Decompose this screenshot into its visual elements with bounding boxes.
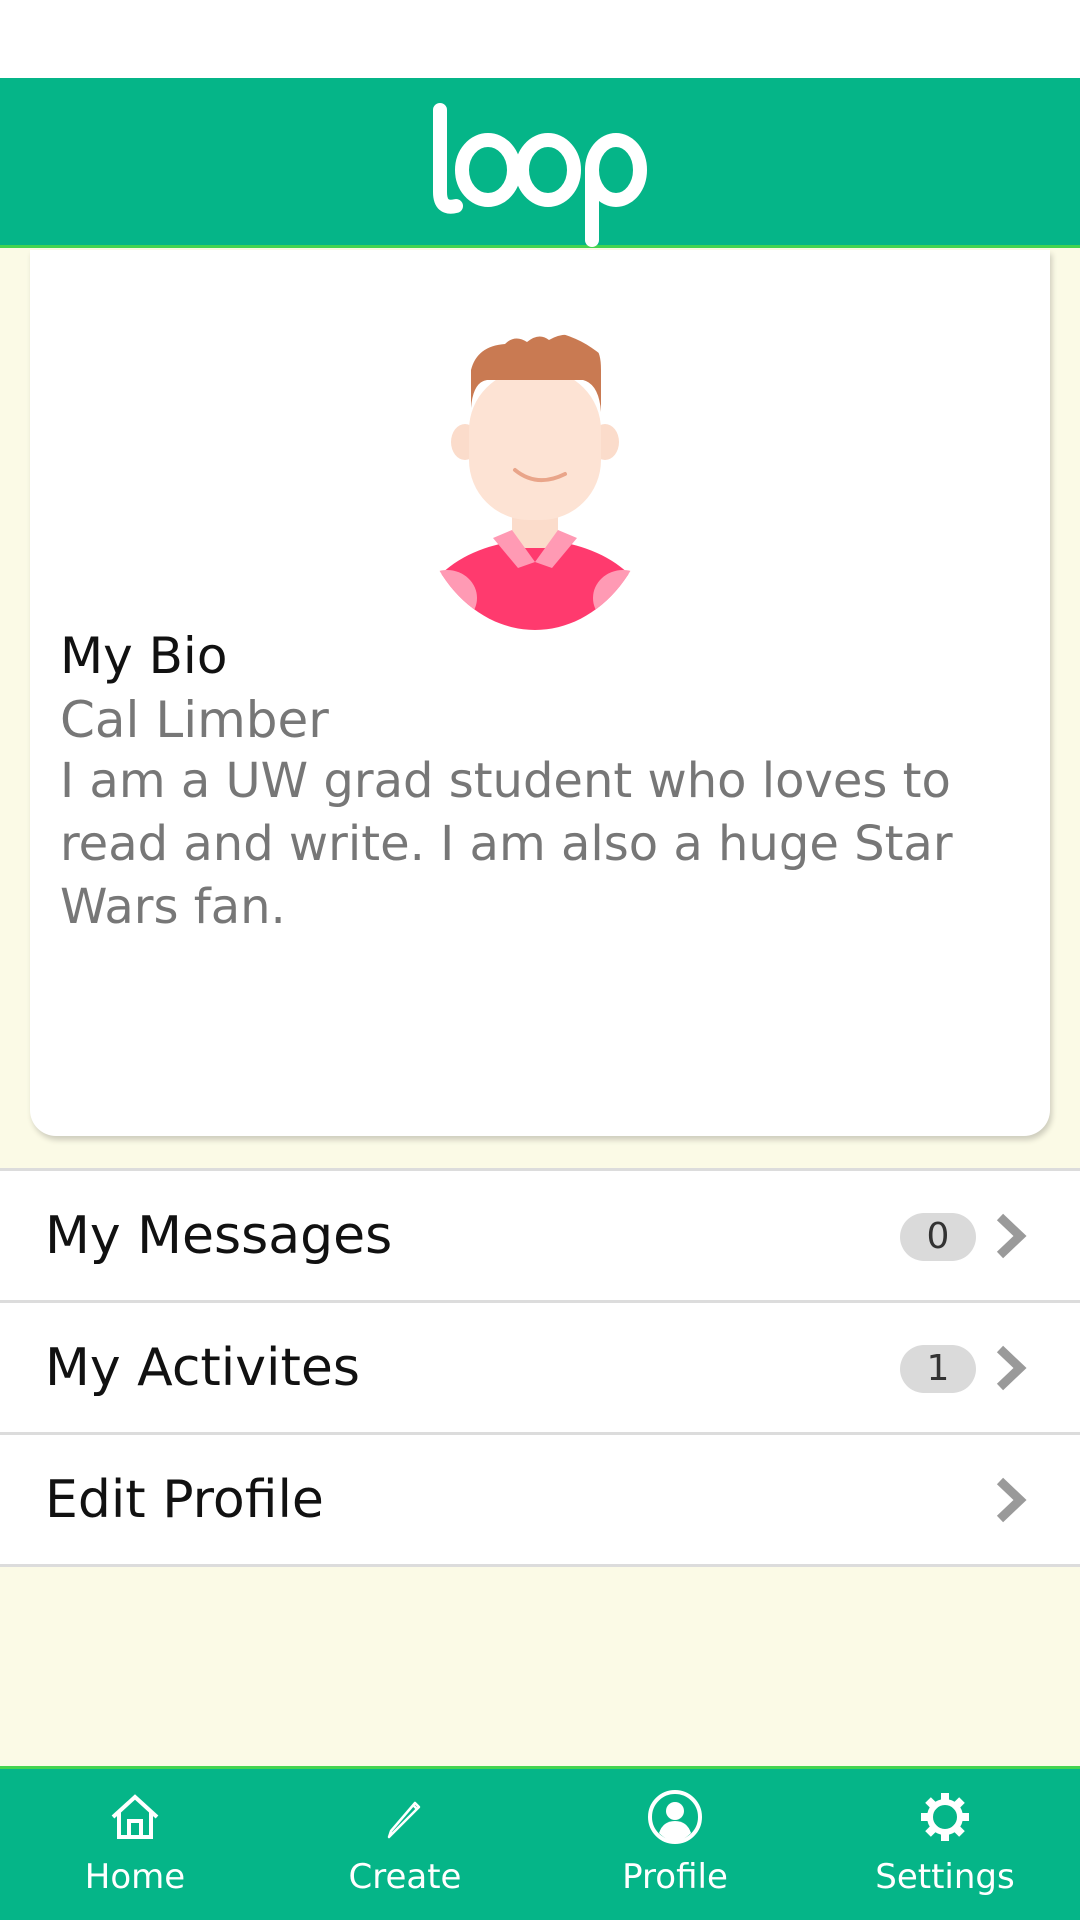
profile-menu: My Messages 0 My Activites 1 Edit Profil…: [0, 1168, 1080, 1567]
user-name: Cal Limber: [60, 691, 329, 749]
edit-profile-row[interactable]: Edit Profile: [0, 1435, 1080, 1567]
menu-item-label: Edit Profile: [45, 1470, 324, 1530]
bio-text: I am a UW grad student who loves to read…: [60, 753, 953, 935]
chevron-right-icon: [996, 1477, 1027, 1523]
user-avatar-icon: [415, 330, 655, 630]
nav-profile[interactable]: Profile: [540, 1769, 810, 1920]
status-bar: [0, 0, 1080, 78]
bottom-navigation: Home Create Profile Settings: [0, 1766, 1080, 1920]
nav-settings[interactable]: Settings: [810, 1769, 1080, 1920]
messages-count-badge: 0: [900, 1213, 976, 1261]
my-messages-row[interactable]: My Messages 0: [0, 1171, 1080, 1303]
profile-icon: [648, 1790, 702, 1844]
gear-icon: [921, 1793, 969, 1841]
chevron-right-icon: [996, 1213, 1027, 1259]
nav-home-label: Home: [84, 1857, 186, 1897]
loop-logo-icon: [433, 103, 647, 247]
nav-home[interactable]: Home: [0, 1769, 270, 1920]
nav-profile-label: Profile: [622, 1857, 728, 1897]
pencil-icon: [387, 1801, 421, 1839]
menu-item-label: My Activites: [45, 1338, 360, 1398]
bio-heading: My Bio: [60, 627, 228, 685]
nav-settings-label: Settings: [875, 1857, 1015, 1897]
nav-create[interactable]: Create: [270, 1769, 540, 1920]
menu-item-label: My Messages: [45, 1206, 393, 1266]
my-activities-row[interactable]: My Activites 1: [0, 1303, 1080, 1435]
nav-create-label: Create: [348, 1857, 462, 1897]
activities-count-badge: 1: [900, 1345, 976, 1393]
loop-logo: loop: [420, 100, 660, 250]
home-icon: [111, 1794, 159, 1839]
chevron-right-icon: [996, 1345, 1027, 1391]
